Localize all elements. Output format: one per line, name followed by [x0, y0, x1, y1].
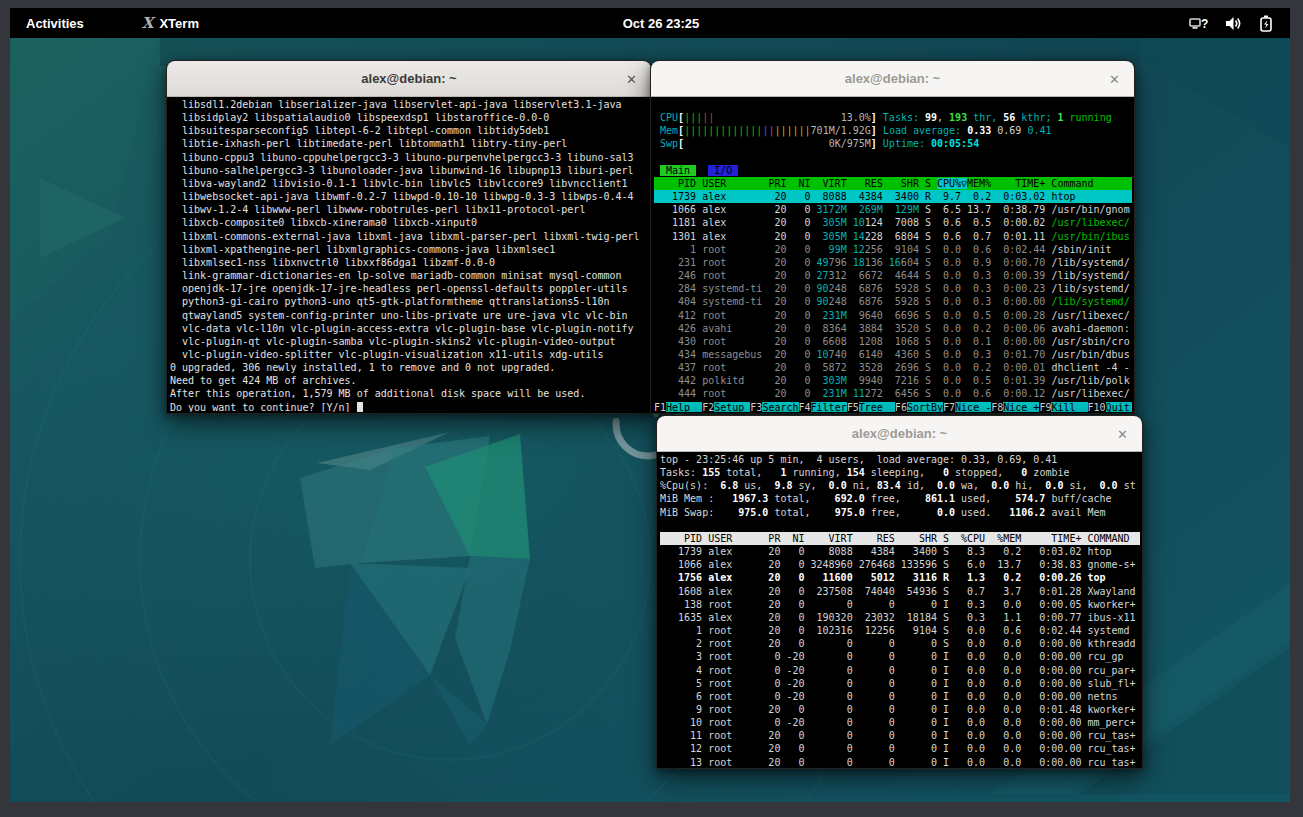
activities-button[interactable]: Activities: [26, 16, 84, 31]
htop-terminal-output[interactable]: CPU[||||| 13.0%] Tasks: 99, 193 thr, 56 …: [651, 97, 1132, 412]
terminal-window-apt: alex@debian: ~ ✕ libsdl1.2debian libseri…: [166, 60, 652, 414]
terminal-window-top: alex@debian: ~ ✕ top - 23:25:46 up 5 min…: [656, 415, 1143, 769]
system-status-area[interactable]: ?: [1189, 8, 1274, 38]
xterm-x-icon: X: [142, 14, 154, 32]
window-title: alex@debian: ~: [852, 426, 947, 441]
clock[interactable]: Oct 26 23:25: [623, 8, 700, 38]
focused-app-menu[interactable]: X XTerm: [142, 14, 199, 32]
screenshot-frame: { "topbar": { "activities_label": "Activ…: [0, 0, 1303, 817]
focused-app-name: XTerm: [159, 16, 199, 31]
battery-charging-icon: [1258, 15, 1274, 32]
network-question-icon: ?: [1189, 16, 1209, 31]
volume-icon: [1225, 16, 1242, 31]
svg-text:?: ?: [1201, 17, 1208, 31]
gnome-top-bar: Activities X XTerm Oct 26 23:25 ?: [10, 8, 1290, 38]
titlebar-htop[interactable]: alex@debian: ~ ✕: [651, 61, 1134, 97]
close-icon[interactable]: ✕: [1117, 416, 1128, 452]
titlebar-apt[interactable]: alex@debian: ~ ✕: [167, 61, 651, 97]
terminal-window-htop: alex@debian: ~ ✕ CPU[||||| 13.0%] Tasks:…: [650, 60, 1135, 414]
desktop: Activities X XTerm Oct 26 23:25 ?: [10, 8, 1290, 802]
close-icon[interactable]: ✕: [626, 61, 637, 97]
apt-terminal-output[interactable]: libsdl1.2debian libserializer-java libse…: [167, 97, 649, 412]
window-title: alex@debian: ~: [361, 71, 456, 86]
window-title: alex@debian: ~: [845, 71, 940, 86]
top-terminal-output[interactable]: top - 23:25:46 up 5 min, 4 users, load a…: [657, 452, 1140, 767]
titlebar-top[interactable]: alex@debian: ~ ✕: [657, 416, 1142, 452]
close-icon[interactable]: ✕: [1109, 61, 1120, 97]
